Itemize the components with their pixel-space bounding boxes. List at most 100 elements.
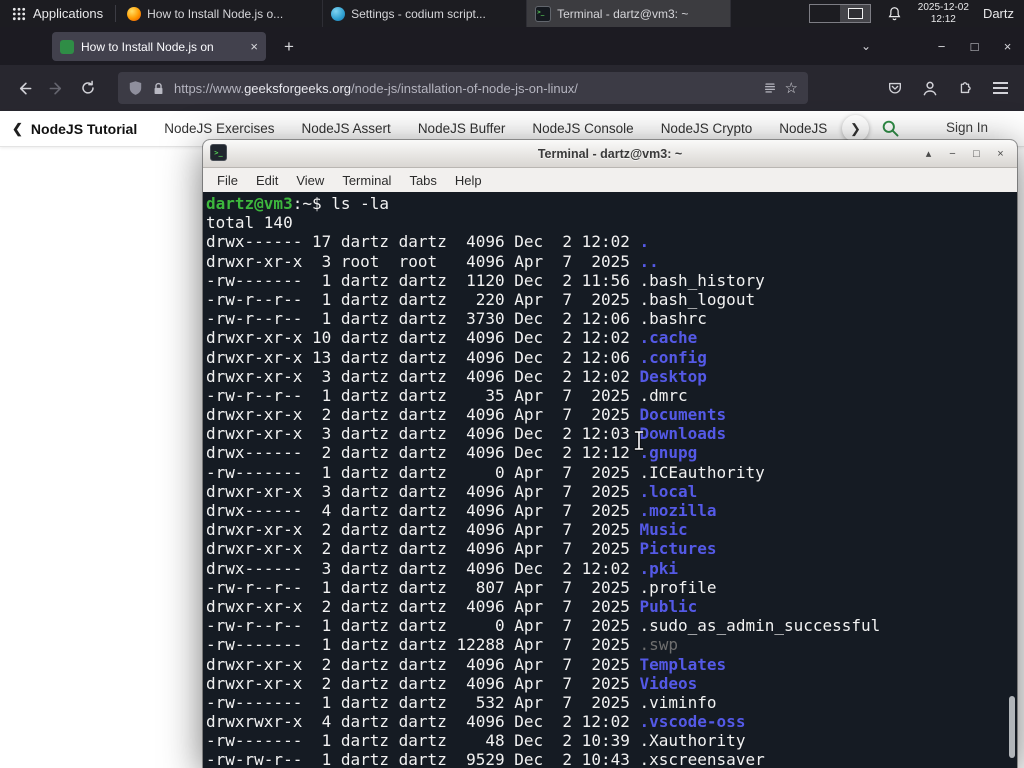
- nav-link[interactable]: NodeJS Tutorial: [31, 121, 137, 137]
- task-title: Settings - codium script...: [351, 6, 486, 21]
- forward-button[interactable]: [40, 72, 72, 104]
- terminal-menubar: File Edit View Terminal Tabs Help: [203, 168, 1017, 193]
- workspace-2-active[interactable]: [839, 5, 870, 22]
- workspace-1[interactable]: [810, 5, 840, 22]
- file-attributes: drwxr-xr-x 3 dartz dartz 4096 Dec 2 12:0…: [206, 424, 640, 444]
- clock-time: 12:12: [930, 13, 956, 25]
- desktop: Applications How to Install Node.js o...…: [0, 0, 1024, 768]
- file-attributes: -rw------- 1 dartz dartz 532 Apr 7 2025: [206, 692, 640, 712]
- file-name: .viminfo: [639, 692, 717, 712]
- new-tab-button[interactable]: +: [276, 34, 302, 60]
- terminal-close-button[interactable]: ×: [990, 144, 1011, 163]
- top-panel: Applications How to Install Node.js o...…: [0, 0, 1024, 27]
- file-name: .pki: [639, 558, 679, 578]
- firefox-task-icon: [127, 6, 142, 21]
- terminal-output-line: drwxr-xr-x 2 dartz dartz 4096 Apr 7 2025…: [206, 597, 1017, 616]
- nav-link[interactable]: NodeJS Exercises: [164, 121, 274, 136]
- url-bar[interactable]: https://www.geeksforgeeks.org/node-js/in…: [118, 72, 808, 104]
- bell-icon: [888, 6, 901, 20]
- file-attributes: drwxr-xr-x 3 dartz dartz 4096 Apr 7 2025: [206, 481, 640, 501]
- nav-back-chevron-icon[interactable]: [12, 117, 23, 139]
- terminal-output-line: -rw------- 1 dartz dartz 532 Apr 7 2025 …: [206, 693, 1017, 712]
- tab-close-button[interactable]: ×: [246, 39, 258, 54]
- nav-link[interactable]: NodeJS Assert: [302, 121, 391, 136]
- terminal-output-line: -rw-r--r-- 1 dartz dartz 3730 Dec 2 12:0…: [206, 309, 1017, 328]
- browser-tab[interactable]: How to Install Node.js on ×: [52, 32, 266, 61]
- terminal-output-line: drwx------ 2 dartz dartz 4096 Dec 2 12:1…: [206, 443, 1017, 462]
- nav-link[interactable]: NodeJS Crypto: [661, 121, 753, 136]
- nav-link[interactable]: NodeJS DNS: [779, 121, 831, 136]
- nav-link[interactable]: NodeJS Console: [532, 121, 633, 136]
- list-tabs-chevron-icon[interactable]: ⌄: [848, 27, 884, 65]
- file-name: .swp: [639, 635, 679, 655]
- terminal-menu-terminal[interactable]: Terminal: [333, 173, 400, 188]
- terminal-menu-file[interactable]: File: [208, 173, 247, 188]
- browser-close-button[interactable]: ×: [991, 27, 1024, 65]
- account-icon[interactable]: [914, 72, 946, 104]
- terminal-output-line: total 140: [206, 213, 293, 233]
- applications-menu[interactable]: Applications: [0, 0, 115, 27]
- file-name: Templates: [639, 654, 727, 674]
- taskbar-button[interactable]: How to Install Node.js o...: [119, 0, 324, 27]
- url-path: /node-js/installation-of-node-js-on-linu…: [351, 80, 578, 96]
- file-attributes: drwxr-xr-x 2 dartz dartz 4096 Apr 7 2025: [206, 520, 640, 540]
- terminal-menu-edit[interactable]: Edit: [247, 173, 287, 188]
- terminal-output-line: drwxr-xr-x 2 dartz dartz 4096 Apr 7 2025…: [206, 539, 1017, 558]
- tracking-protection-shield-icon[interactable]: [128, 80, 143, 96]
- file-name: .bashrc: [639, 309, 707, 329]
- sign-in-button[interactable]: Sign In: [946, 120, 988, 135]
- bookmark-star-icon[interactable]: ☆: [785, 79, 798, 97]
- nav-scroll-right-button[interactable]: [842, 115, 869, 142]
- taskbar-button[interactable]: Settings - codium script...: [323, 0, 528, 27]
- terminal-window-controls: ▴ − □ ×: [918, 140, 1011, 167]
- reader-mode-icon[interactable]: [763, 81, 777, 95]
- scrollbar-thumb[interactable]: [1009, 696, 1015, 758]
- clock[interactable]: 2025-12-02 12:12: [918, 2, 969, 26]
- terminal-output-line: drwx------ 4 dartz dartz 4096 Apr 7 2025…: [206, 501, 1017, 520]
- tab-favicon-icon: [60, 39, 74, 54]
- terminal-menu-tabs[interactable]: Tabs: [400, 173, 445, 188]
- reload-button[interactable]: [72, 72, 104, 104]
- url-domain: geeksforgeeks.org: [244, 80, 352, 96]
- terminal-output-line: -rw------- 1 dartz dartz 48 Dec 2 10:39 …: [206, 731, 1017, 750]
- clock-date: 2025-12-02: [917, 1, 969, 13]
- file-name: .profile: [639, 577, 717, 597]
- terminal-maximize-button[interactable]: □: [966, 144, 987, 163]
- file-name: Documents: [639, 405, 727, 425]
- https-lock-icon: [154, 82, 163, 94]
- prompt-command: ls -la: [331, 194, 390, 213]
- workspace-pager[interactable]: [808, 4, 871, 23]
- file-attributes: -rw------- 1 dartz dartz 48 Dec 2 10:39: [206, 731, 640, 751]
- prompt-path: ~: [302, 194, 312, 213]
- menu-hamburger-icon[interactable]: [984, 72, 1016, 104]
- nav-link[interactable]: NodeJS Buffer: [418, 121, 506, 136]
- terminal-scrollbar[interactable]: [1006, 192, 1016, 766]
- taskbar-button[interactable]: Terminal - dartz@vm3: ~: [527, 0, 732, 27]
- terminal-menu-view[interactable]: View: [287, 173, 333, 188]
- navigation-toolbar: https://www.geeksforgeeks.org/node-js/in…: [0, 65, 1024, 111]
- user-menu[interactable]: Dartz: [983, 6, 1014, 21]
- terminal-output[interactable]: dartz@vm3:~$ ls -la total 140 drwx------ 1…: [203, 192, 1017, 768]
- browser-minimize-button[interactable]: −: [925, 27, 958, 65]
- back-button[interactable]: [8, 72, 40, 104]
- terminal-prompt-line: dartz@vm3:~$ ls -la: [206, 194, 1017, 213]
- terminal-output-line: drwxrwxr-x 4 dartz dartz 4096 Dec 2 12:0…: [206, 712, 1017, 731]
- terminal-minimize-button[interactable]: −: [942, 144, 963, 163]
- prompt-colon: :: [292, 194, 303, 213]
- file-attributes: -rw-r--r-- 1 dartz dartz 35 Apr 7 2025: [206, 385, 640, 405]
- file-attributes: drwxr-xr-x 2 dartz dartz 4096 Apr 7 2025: [206, 673, 640, 693]
- terminal-output-line: -rw------- 1 dartz dartz 0 Apr 7 2025 .I…: [206, 463, 1017, 482]
- taskbar: How to Install Node.js o... Settings - co…: [119, 0, 732, 27]
- terminal-output-line: drwx------ 17 dartz dartz 4096 Dec 2 12:…: [206, 232, 1017, 251]
- terminal-titlebar[interactable]: Terminal - dartz@vm3: ~ ▴ − □ ×: [203, 140, 1017, 168]
- file-name: .gnupg: [639, 443, 698, 463]
- prompt-user-host: dartz@vm3: [206, 194, 293, 213]
- pocket-icon[interactable]: [879, 72, 911, 104]
- terminal-output-line: drwxr-xr-x 3 root root 4096 Apr 7 2025 .…: [206, 252, 1017, 271]
- file-name: .bash_history: [639, 270, 765, 290]
- terminal-shade-button[interactable]: ▴: [918, 144, 939, 163]
- browser-restore-button[interactable]: □: [958, 27, 991, 65]
- extensions-puzzle-icon[interactable]: [949, 72, 981, 104]
- notifications-button[interactable]: [887, 6, 902, 22]
- terminal-menu-help[interactable]: Help: [446, 173, 491, 188]
